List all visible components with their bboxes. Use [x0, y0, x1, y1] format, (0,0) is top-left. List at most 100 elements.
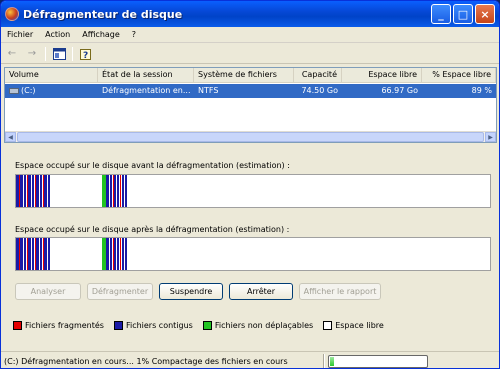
col-free[interactable]: Espace libre: [342, 68, 422, 83]
contiguous-block: [48, 238, 50, 270]
contiguous-block: [48, 175, 50, 207]
contiguous-block: [36, 238, 39, 270]
toolbar-separator: [72, 46, 73, 61]
contiguous-block: [125, 238, 127, 270]
forward-icon[interactable]: →: [25, 47, 39, 61]
cell-state: Défragmentation en...: [102, 86, 191, 95]
volume-row[interactable]: (C:) Défragmentation en... NTFS 74.50 Go…: [5, 84, 496, 98]
contiguous-block: [122, 238, 124, 270]
contiguous-block: [114, 238, 116, 270]
progress-fill: [330, 356, 334, 366]
close-button[interactable]: ×: [475, 4, 495, 24]
analysis-panel: Espace occupé sur le disque avant la déf…: [4, 146, 497, 346]
contiguous-block: [40, 175, 42, 207]
menu-help[interactable]: ?: [126, 30, 142, 39]
free-swatch: [323, 321, 333, 330]
col-volume[interactable]: Volume: [5, 68, 98, 83]
defragmenter-icon: [5, 7, 19, 21]
contiguous-block: [32, 175, 34, 207]
legend-fragmented: Fichiers fragmentés: [13, 321, 104, 330]
status-bar: (C:) Défragmentation en cours... 1% Comp…: [1, 351, 499, 368]
view-icon[interactable]: [52, 47, 66, 61]
contiguous-block: [24, 175, 26, 207]
status-text: (C:) Défragmentation en cours... 1% Comp…: [4, 356, 288, 366]
cell-capacity: 74.50 Go: [301, 86, 338, 95]
minimize-button[interactable]: _: [431, 4, 451, 24]
legend-contiguous: Fichiers contigus: [113, 321, 193, 330]
drive-icon: [9, 87, 19, 94]
before-caption: Espace occupé sur le disque avant la déf…: [15, 161, 290, 170]
contiguous-block: [125, 175, 127, 207]
contiguous-block: [106, 175, 109, 207]
contiguous-block: [44, 238, 47, 270]
analyze-button[interactable]: Analyser: [15, 283, 81, 300]
svg-text:?: ?: [83, 51, 88, 60]
menu-affichage[interactable]: Affichage: [76, 30, 126, 39]
legend-free: Espace libre: [323, 321, 384, 330]
app-window: Défragmenteur de disque _ □ × Fichier Ac…: [0, 0, 500, 369]
contiguous-block: [20, 238, 23, 270]
back-icon[interactable]: ←: [5, 47, 19, 61]
contiguous-block: [28, 238, 31, 270]
horizontal-scrollbar[interactable]: ◀ ▶: [5, 131, 496, 142]
contiguous-block: [20, 175, 23, 207]
view-report-button[interactable]: Afficher le rapport: [299, 283, 381, 300]
legend-fragmented-label: Fichiers fragmentés: [25, 321, 104, 330]
menu-fichier[interactable]: Fichier: [1, 30, 39, 39]
disk-map-before: [15, 174, 491, 208]
contiguous-block: [122, 175, 124, 207]
toolbar-separator: [45, 46, 46, 61]
scroll-left-button[interactable]: ◀: [5, 132, 16, 142]
status-separator: [323, 354, 325, 368]
action-buttons: Analyser Défragmenter Suspendre Arrêter …: [15, 283, 381, 300]
legend-contiguous-label: Fichiers contigus: [125, 321, 193, 330]
scroll-right-button[interactable]: ▶: [485, 132, 496, 142]
col-state[interactable]: État de la session: [98, 68, 194, 83]
volume-list-header: Volume État de la session Système de fic…: [5, 68, 496, 83]
menu-action[interactable]: Action: [39, 30, 76, 39]
contiguous-block: [117, 175, 119, 207]
legend-unmovable: Fichiers non déplaçables: [202, 321, 314, 330]
stop-button[interactable]: Arrêter: [229, 283, 293, 300]
disk-map-after: [15, 237, 491, 271]
window-title: Défragmenteur de disque: [23, 7, 183, 21]
cell-volume: (C:): [5, 84, 98, 98]
contiguous-block: [36, 175, 39, 207]
fragmented-block: [120, 238, 121, 270]
contiguous-block: [110, 175, 112, 207]
legend-unmovable-label: Fichiers non déplaçables: [214, 321, 314, 330]
legend-free-label: Espace libre: [335, 321, 384, 330]
contiguous-block: [110, 238, 112, 270]
scroll-thumb[interactable]: [17, 132, 484, 142]
contiguous-block: [44, 175, 47, 207]
defragment-button[interactable]: Défragmenter: [87, 283, 153, 300]
fragmented-block: [120, 175, 121, 207]
volume-list[interactable]: Volume État de la session Système de fic…: [4, 67, 497, 143]
title-bar[interactable]: Défragmenteur de disque _ □ ×: [1, 1, 499, 27]
help-icon[interactable]: ?: [79, 47, 93, 61]
unmovable-swatch: [202, 321, 212, 330]
after-caption: Espace occupé sur le disque après la déf…: [15, 225, 290, 234]
cell-pct-free: 89 %: [471, 86, 492, 95]
contiguous-block: [28, 175, 31, 207]
menu-bar: Fichier Action Affichage ?: [1, 27, 499, 43]
maximize-button[interactable]: □: [453, 4, 473, 24]
cell-filesystem: NTFS: [198, 86, 219, 95]
col-pct-free[interactable]: % Espace libre: [422, 68, 496, 83]
contiguous-block: [106, 238, 109, 270]
fragmented-swatch: [13, 321, 22, 330]
contiguous-block: [117, 238, 119, 270]
contiguous-block: [114, 175, 116, 207]
progress-bar: [328, 354, 428, 368]
cell-free: 66.97 Go: [381, 86, 418, 95]
contiguous-block: [32, 238, 34, 270]
contiguous-block: [40, 238, 42, 270]
col-capacity[interactable]: Capacité: [294, 68, 342, 83]
contiguous-block: [24, 238, 26, 270]
contiguous-swatch: [113, 321, 123, 330]
volume-name: (C:): [21, 86, 36, 95]
toolbar: ← → ?: [1, 44, 499, 64]
pause-button[interactable]: Suspendre: [159, 283, 223, 300]
col-filesystem[interactable]: Système de fichiers: [194, 68, 294, 83]
legend: Fichiers fragmentés Fichiers contigus Fi…: [13, 321, 384, 330]
